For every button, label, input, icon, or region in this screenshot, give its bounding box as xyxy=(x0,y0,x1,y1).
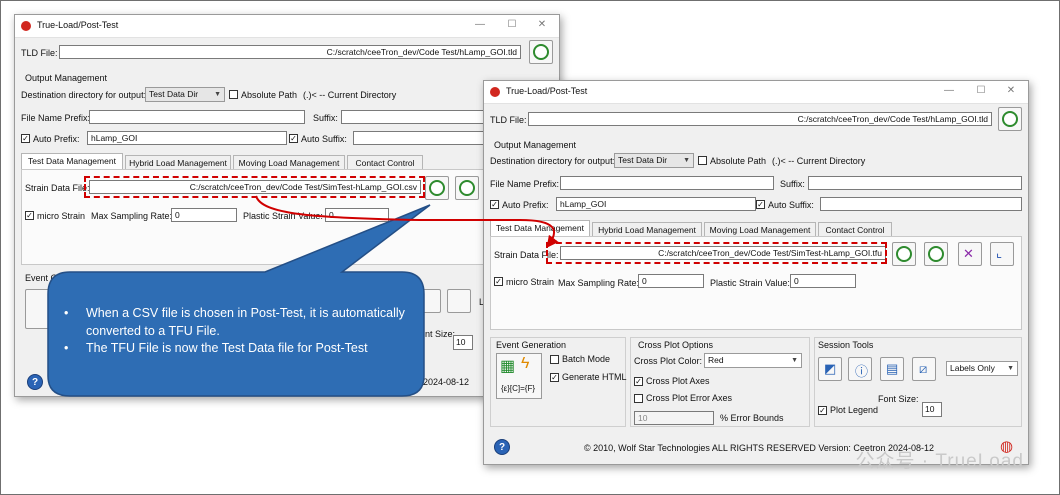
session-tool-button-2[interactable]: ⓘ xyxy=(848,357,872,381)
crossplot-tool-button[interactable]: ✕ xyxy=(958,242,982,266)
strain-browse-button[interactable] xyxy=(892,242,916,266)
front-title-bar: True-Load/Post-Test — ☐ ✕ xyxy=(484,81,1028,104)
info-icon: ⓘ xyxy=(855,364,869,379)
batch-mode-checkbox[interactable] xyxy=(550,355,559,364)
file-name-prefix-field[interactable] xyxy=(560,176,774,190)
cross-plot-error-axes-label: Cross Plot Error Axes xyxy=(646,393,733,403)
tfu-highlight-box xyxy=(546,242,887,264)
micro-strain-checkbox[interactable]: ✓ xyxy=(494,277,503,286)
table-info-icon: ▤ xyxy=(886,361,899,376)
batch-mode-label: Batch Mode xyxy=(562,354,611,364)
callout-bullet-2: The TFU File is now the Test Data file f… xyxy=(86,341,368,355)
open-file-icon xyxy=(928,246,944,262)
cross-plot-color-label: Cross Plot Color: xyxy=(634,356,703,366)
generate-html-checkbox[interactable]: ✓ xyxy=(550,373,559,382)
destination-label: Destination directory for output: xyxy=(490,156,616,166)
font-size-label: Font Size: xyxy=(878,394,919,404)
suffix-field[interactable] xyxy=(808,176,1022,190)
absolute-path-checkbox[interactable] xyxy=(698,156,707,165)
plastic-strain-label: Plastic Strain Value: xyxy=(710,278,790,288)
event-generation-icon[interactable]: ▦ ϟ {ε}[C]={F} xyxy=(496,353,542,399)
current-directory-label: (.)< -- Current Directory xyxy=(772,156,866,166)
cross-plot-error-axes-checkbox[interactable] xyxy=(634,394,643,403)
lightning-icon: ϟ xyxy=(521,355,530,372)
tld-file-label: TLD File: xyxy=(490,115,527,125)
plastic-strain-field[interactable]: 0 xyxy=(790,274,856,288)
session-tools-title: Session Tools xyxy=(818,340,874,350)
tab-hybrid-load-management[interactable]: Hybrid Load Management xyxy=(592,222,702,236)
labels-value: Labels Only xyxy=(950,363,995,373)
axes-icon: ⌞ xyxy=(996,245,1003,260)
diagonal-tool-icon: ⧄ xyxy=(919,361,928,376)
cross-plot-axes-checkbox[interactable]: ✓ xyxy=(634,377,643,386)
chevron-down-icon: ▼ xyxy=(791,357,798,364)
csv-highlight-box xyxy=(84,176,425,198)
callout-bullet: • The TFU File is now the Test Data file … xyxy=(64,341,368,355)
auto-prefix-label: Auto Prefix: xyxy=(502,200,549,210)
axes-tool-button[interactable]: ⌞ xyxy=(990,242,1014,266)
auto-suffix-checkbox[interactable]: ✓ xyxy=(756,200,765,209)
cross-plot-color-select[interactable]: Red ▼ xyxy=(704,353,802,368)
max-sampling-label: Max Sampling Rate: xyxy=(558,278,640,288)
tld-browse-button[interactable] xyxy=(998,107,1022,131)
suffix-label: Suffix: xyxy=(780,179,805,189)
session-tool-button-1[interactable]: ◩ xyxy=(818,357,842,381)
max-sampling-field[interactable]: 0 xyxy=(638,274,704,288)
cross-plot-options-title: Cross Plot Options xyxy=(638,340,714,350)
minimize-icon[interactable]: — xyxy=(940,83,958,99)
grid-icon: ▦ xyxy=(500,358,516,375)
window-title: True-Load/Post-Test xyxy=(506,86,588,96)
destination-select[interactable]: Test Data Dir ▼ xyxy=(614,153,694,168)
auto-suffix-field[interactable] xyxy=(820,197,1022,211)
crossplot-icon: ✕ xyxy=(963,246,974,261)
watermark: 公众号 · TrueLoad xyxy=(855,451,1024,472)
reload-icon xyxy=(896,246,912,262)
tab-moving-load-management[interactable]: Moving Load Management xyxy=(704,222,816,236)
help-icon[interactable]: ? xyxy=(494,439,510,455)
plot-legend-label: Plot Legend xyxy=(830,405,879,415)
generate-html-label: Generate HTML xyxy=(562,372,627,382)
absolute-path-label: Absolute Path xyxy=(710,156,767,166)
model-icon: ◩ xyxy=(824,361,837,376)
labels-select[interactable]: Labels Only ▼ xyxy=(946,361,1018,376)
app-icon xyxy=(490,87,500,97)
output-management-label: Output Management xyxy=(494,140,577,150)
callout-bullet: • When a CSV file is chosen in Post-Test,… xyxy=(64,306,405,338)
error-bounds-label: % Error Bounds xyxy=(720,413,784,423)
auto-prefix-checkbox[interactable]: ✓ xyxy=(490,200,499,209)
plot-legend-checkbox[interactable]: ✓ xyxy=(818,406,827,415)
front-window: True-Load/Post-Test — ☐ ✕ TLD File: C:/s… xyxy=(483,80,1029,465)
cross-plot-axes-label: Cross Plot Axes xyxy=(646,376,710,386)
error-bounds-field[interactable]: 10 xyxy=(634,411,714,425)
auto-suffix-label: Auto Suffix: xyxy=(768,200,814,210)
strain-open-button[interactable] xyxy=(924,242,948,266)
event-generation-title: Event Generation xyxy=(496,340,567,350)
tld-file-field[interactable]: C:/scratch/ceeTron_dev/Code Test/hLamp_G… xyxy=(528,112,992,126)
session-tool-button-4[interactable]: ⧄ xyxy=(912,357,936,381)
destination-value: Test Data Dir xyxy=(618,155,668,165)
formula-icon: {ε}[C]={F} xyxy=(501,384,536,393)
micro-strain-label: micro Strain xyxy=(506,277,555,287)
cross-plot-color-value: Red xyxy=(708,355,724,365)
reload-icon xyxy=(1002,111,1018,127)
callout-bullet-1: When a CSV file is chosen in Post-Test, … xyxy=(86,306,405,338)
close-icon[interactable]: ✕ xyxy=(1002,83,1020,99)
session-tool-button-3[interactable]: ▤ xyxy=(880,357,904,381)
font-size-spinner[interactable]: 10 xyxy=(922,402,942,417)
maximize-icon[interactable]: ☐ xyxy=(972,83,990,99)
chevron-down-icon: ▼ xyxy=(1007,365,1014,372)
file-name-prefix-label: File Name Prefix: xyxy=(490,179,560,189)
auto-prefix-field[interactable]: hLamp_GOI xyxy=(556,197,756,211)
tab-test-data-management[interactable]: Test Data Management xyxy=(490,220,590,236)
callout-text: • When a CSV file is chosen in Post-Test,… xyxy=(58,305,418,358)
tab-contact-control[interactable]: Contact Control xyxy=(818,222,892,236)
chevron-down-icon: ▼ xyxy=(683,157,690,164)
